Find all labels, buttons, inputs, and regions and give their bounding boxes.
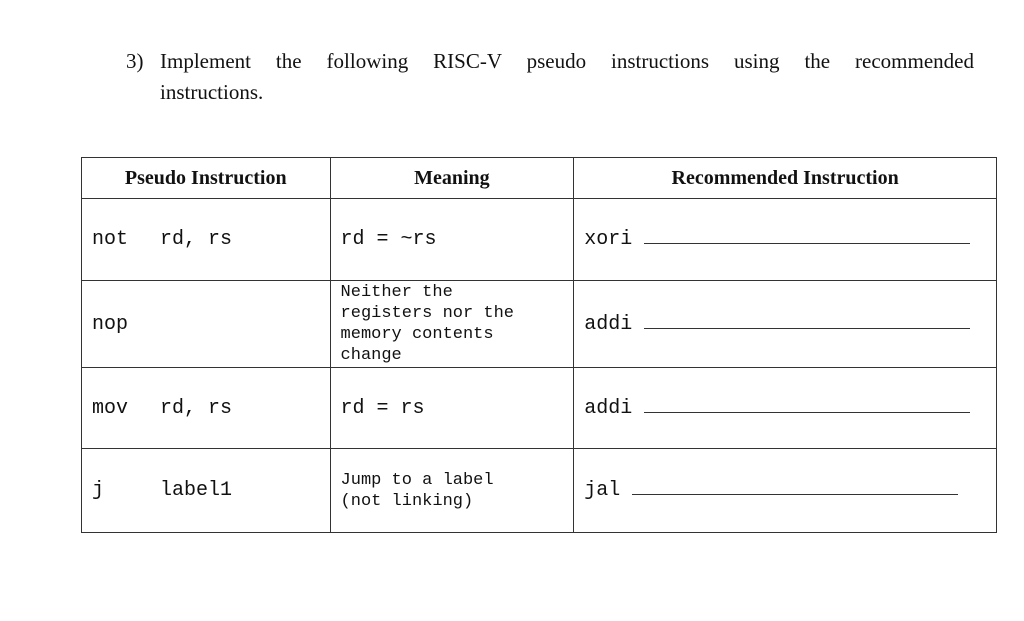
question-prompt: 3) Implement the following RISC-V pseudo… <box>126 46 974 108</box>
pseudo-instruction-cell: not rd, rs <box>81 198 331 281</box>
recommended-op: addi <box>584 312 633 336</box>
recommended-cell: addi <box>573 367 997 449</box>
answer-blank[interactable] <box>644 314 971 329</box>
recommended-op: jal <box>584 479 621 502</box>
table-row: not rd, rs rd = ~rs xori <box>81 198 997 281</box>
recommended-cell: xori <box>573 198 997 281</box>
meaning-cell: Jump to a label (not linking) <box>329 448 575 533</box>
table-header-row: Pseudo Instruction Meaning Recommended I… <box>81 157 997 199</box>
question-text-line2: instructions. <box>160 80 264 104</box>
meaning-text: Neither the registers nor the memory con… <box>340 283 514 365</box>
pseudo-op: nop <box>92 312 129 336</box>
recommended-cell: addi <box>573 280 997 368</box>
header-pseudo-instruction: Pseudo Instruction <box>81 157 331 199</box>
pseudo-args: rd, rs <box>160 228 233 251</box>
pseudo-op: not <box>92 228 129 251</box>
pseudo-instruction-cell: mov rd, rs <box>81 367 331 449</box>
answer-blank[interactable] <box>632 480 959 495</box>
pseudo-op: mov <box>92 396 129 420</box>
header-meaning: Meaning <box>329 157 575 199</box>
question-text-line1: Implement the following RISC-V pseudo in… <box>160 49 974 73</box>
pseudo-args: rd, rs <box>160 396 233 420</box>
table-row: mov rd, rs rd = rs addi <box>81 367 997 449</box>
meaning-cell: rd = ~rs <box>329 198 575 281</box>
meaning-cell: Neither the registers nor the memory con… <box>329 280 575 368</box>
recommended-op: xori <box>584 228 633 251</box>
pseudo-instruction-cell: j label1 <box>81 448 331 533</box>
meaning-text: Jump to a label (not linking) <box>340 470 494 511</box>
meaning-text: rd = rs <box>340 396 425 420</box>
table-row: j label1 Jump to a label (not linking) ja… <box>81 448 997 533</box>
pseudo-args: label1 <box>160 479 233 502</box>
pseudo-instruction-table: Pseudo Instruction Meaning Recommended I… <box>81 157 997 533</box>
meaning-text: rd = ~rs <box>340 228 437 251</box>
table-row: nop Neither the registers nor the memory… <box>81 280 997 368</box>
meaning-cell: rd = rs <box>329 367 575 449</box>
answer-blank[interactable] <box>644 398 971 413</box>
answer-blank[interactable] <box>644 229 971 244</box>
recommended-cell: jal <box>573 448 997 533</box>
pseudo-op: j <box>92 479 105 502</box>
header-recommended-instruction: Recommended Instruction <box>573 157 997 199</box>
recommended-op: addi <box>584 396 633 420</box>
pseudo-instruction-cell: nop <box>81 280 331 368</box>
question-number: 3) <box>126 49 144 73</box>
